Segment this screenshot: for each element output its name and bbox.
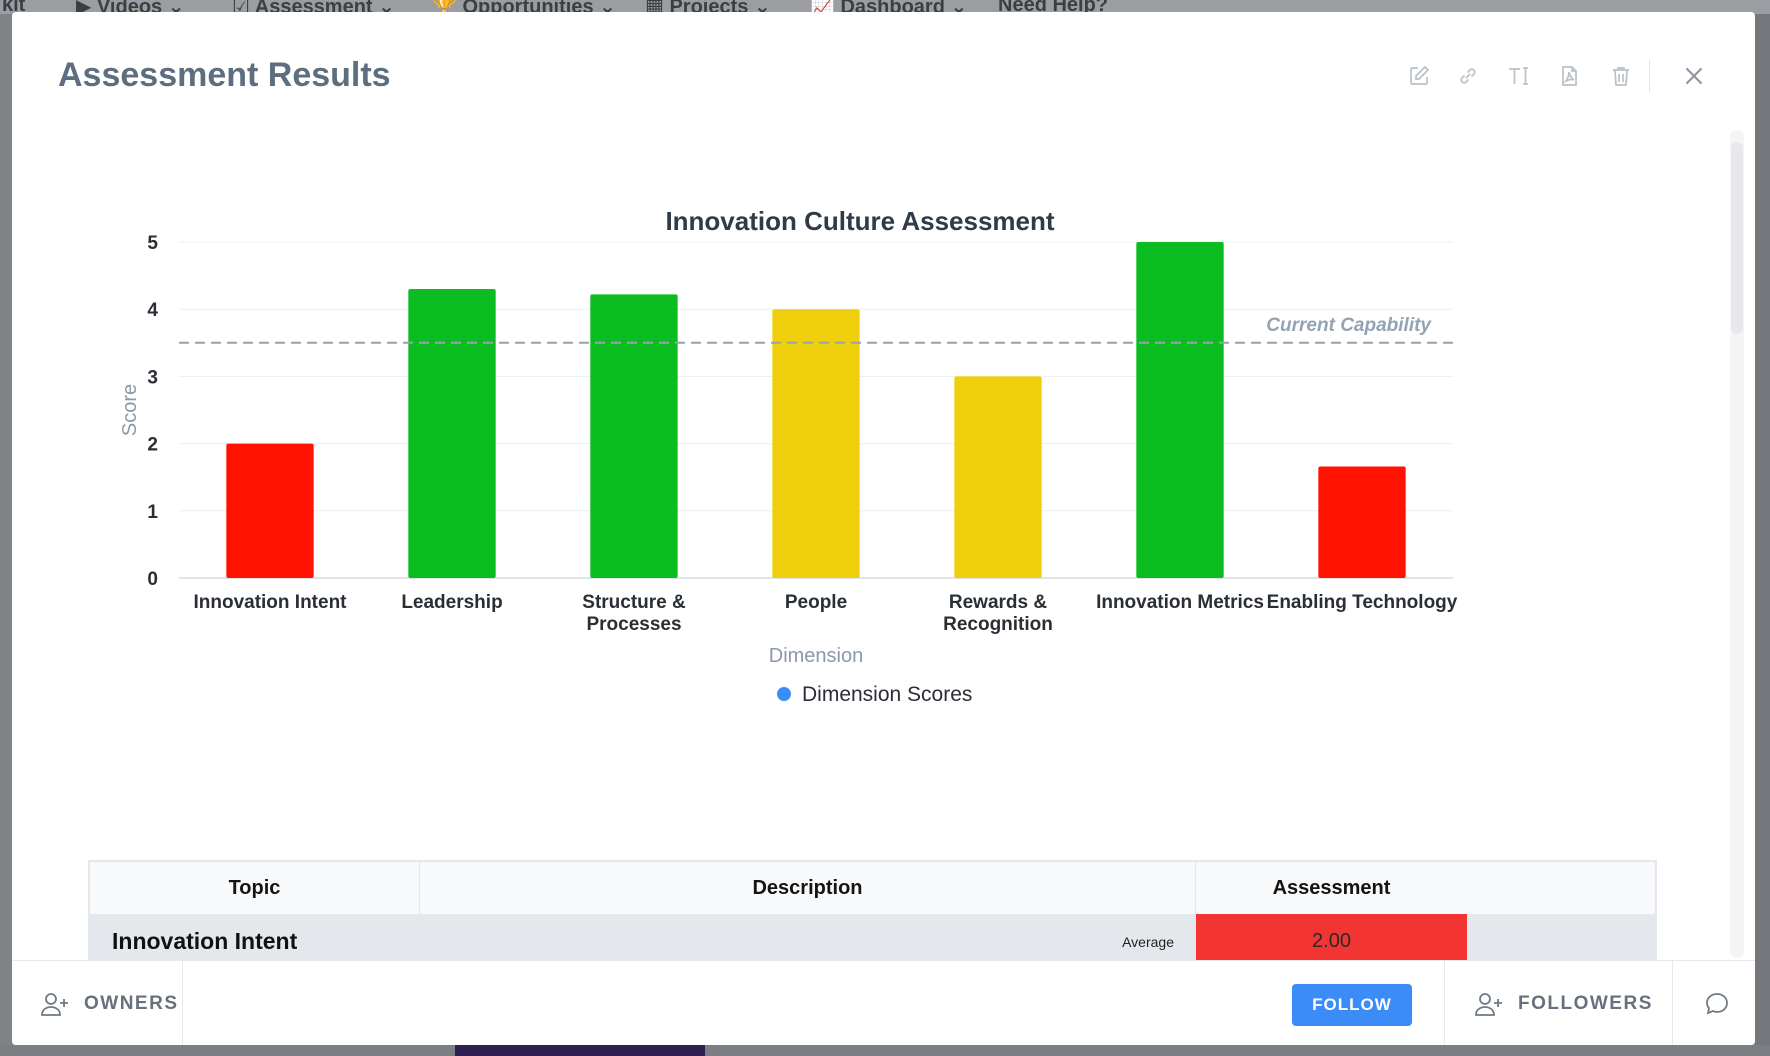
footer-divider: [1444, 961, 1445, 1045]
y-tick-label: 0: [147, 569, 158, 590]
background-page-bottom: [0, 1045, 1770, 1056]
y-tick-label: 1: [147, 502, 158, 523]
footer-divider: [1672, 961, 1673, 1045]
table-row: Innovation Intent Average 2.00: [90, 914, 1655, 964]
y-tick-label: 5: [147, 233, 158, 254]
x-tick-label: Structure & Processes: [582, 592, 686, 635]
pdf-icon[interactable]: [1555, 62, 1583, 90]
legend-marker: [777, 687, 791, 701]
text-format-icon[interactable]: [1505, 62, 1533, 90]
modal-scrollbar[interactable]: [1730, 130, 1744, 958]
chart-legend[interactable]: Dimension Scores: [777, 683, 972, 706]
owners-button[interactable]: OWNERS: [40, 961, 179, 1045]
bar[interactable]: [772, 309, 860, 578]
column-header-description: Description: [420, 862, 1196, 914]
modal-scrollbar-thumb[interactable]: [1731, 142, 1743, 334]
y-tick-label: 4: [147, 300, 158, 321]
assessment-results-modal: Assessment Results Innovation Culture As…: [12, 12, 1755, 1045]
x-axis-ticks: Innovation Intent Leadership Structure & Pr…: [193, 592, 1457, 635]
innovation-culture-chart: Innovation Culture Assessment 0 1 2 3 4 5 Cur…: [119, 206, 1458, 706]
background-thumbnail: [455, 1045, 705, 1056]
current-capability-label: Current Capability: [1266, 315, 1432, 336]
x-tick-label: Rewards & Recognition: [943, 592, 1053, 635]
column-header-topic: Topic: [90, 862, 420, 914]
x-tick-label: Leadership: [401, 592, 502, 613]
column-header-assessment: Assessment: [1272, 876, 1391, 899]
bar[interactable]: [1136, 242, 1224, 578]
y-tick-label: 3: [147, 367, 158, 388]
comment-icon: [1706, 992, 1728, 1014]
modal-toolbar: [1395, 56, 1755, 96]
average-label: Average: [1122, 934, 1174, 950]
add-user-icon: [41, 992, 68, 1016]
topic-cell: Innovation Intent Average: [90, 914, 1196, 964]
bar[interactable]: [954, 376, 1042, 578]
chart-bars: [226, 242, 1406, 578]
comments-button[interactable]: [1702, 961, 1732, 1045]
bar[interactable]: [226, 443, 314, 578]
x-tick-label: Innovation Intent: [193, 592, 347, 613]
x-tick-label: People: [785, 592, 847, 613]
modal-footer: OWNERS FOLLOW FOLLOWERS: [12, 960, 1755, 1045]
table-header: Topic Description Assessment: [90, 862, 1655, 914]
footer-divider: [182, 961, 183, 1045]
background-page-right: [1755, 14, 1770, 1056]
legend-label: Dimension Scores: [802, 683, 972, 706]
follow-button[interactable]: FOLLOW: [1292, 984, 1412, 1026]
edit-icon[interactable]: [1405, 62, 1433, 90]
toolbar-divider: [1649, 60, 1650, 92]
topic-name: Innovation Intent: [112, 928, 298, 954]
bar[interactable]: [1318, 466, 1406, 578]
modal-title: Assessment Results: [58, 56, 391, 94]
followers-button[interactable]: FOLLOWERS: [1474, 961, 1653, 1045]
x-tick-label: Innovation Metrics: [1096, 592, 1264, 613]
chart-title: Innovation Culture Assessment: [665, 206, 1054, 236]
owners-label: OWNERS: [84, 992, 179, 1014]
close-icon[interactable]: [1680, 62, 1708, 90]
add-user-icon: [1475, 992, 1502, 1016]
bar[interactable]: [590, 294, 678, 578]
y-tick-label: 2: [147, 435, 158, 456]
link-icon[interactable]: [1454, 62, 1482, 90]
x-tick-label: Enabling Technology: [1267, 592, 1458, 613]
followers-label: FOLLOWERS: [1518, 992, 1653, 1014]
trash-icon[interactable]: [1607, 62, 1635, 90]
results-table: Topic Description Assessment Innovation …: [88, 860, 1657, 964]
background-page-left: [0, 14, 12, 1056]
assessment-score-cell: 2.00: [1196, 914, 1467, 964]
bar[interactable]: [408, 289, 496, 578]
y-axis-ticks: 0 1 2 3 4 5: [147, 233, 158, 590]
x-axis-label: Dimension: [769, 645, 863, 667]
y-axis-label: Score: [119, 384, 141, 436]
